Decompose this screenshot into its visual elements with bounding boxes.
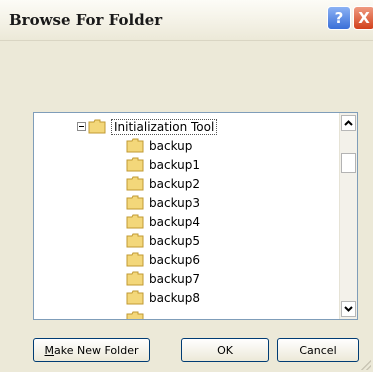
tree-item-label: backup6 bbox=[149, 252, 201, 267]
folder-icon bbox=[126, 195, 144, 210]
tree-item[interactable]: backup2 bbox=[126, 174, 200, 193]
make-new-folder-label: ake New Folder bbox=[54, 343, 139, 357]
tree-item[interactable]: backup4 bbox=[126, 212, 200, 231]
tree-item-label: backup4 bbox=[149, 214, 201, 229]
cancel-label: Cancel bbox=[299, 343, 337, 357]
folder-icon bbox=[126, 252, 144, 267]
tree-item[interactable]: backup5 bbox=[126, 231, 200, 250]
folder-icon bbox=[126, 311, 144, 319]
ok-button[interactable]: OK bbox=[181, 338, 269, 362]
tree-item[interactable]: backup bbox=[126, 136, 192, 155]
tree-item-label: backup8 bbox=[149, 290, 201, 305]
scroll-up-button[interactable] bbox=[341, 115, 356, 131]
tree-item-label: backup2 bbox=[149, 176, 201, 191]
tree-root-label: Initialization Tool bbox=[111, 118, 218, 135]
arrow-down-icon bbox=[344, 306, 353, 312]
window-title: Browse For Folder bbox=[9, 11, 163, 29]
arrow-up-icon bbox=[344, 120, 353, 126]
vertical-scrollbar[interactable] bbox=[339, 113, 357, 319]
folder-icon bbox=[126, 290, 144, 305]
scroll-thumb[interactable] bbox=[341, 153, 356, 173]
folder-icon bbox=[126, 214, 144, 229]
folder-icon bbox=[88, 119, 106, 134]
tree-item[interactable]: backup6 bbox=[126, 250, 200, 269]
tree-item[interactable]: backup1 bbox=[126, 155, 200, 174]
scroll-down-button[interactable] bbox=[341, 301, 356, 317]
mnemonic-letter: M bbox=[44, 343, 55, 357]
folder-icon bbox=[126, 233, 144, 248]
tree-item[interactable]: backup3 bbox=[126, 193, 200, 212]
resize-grip-icon[interactable] bbox=[361, 360, 371, 370]
tree-item[interactable]: backup7 bbox=[126, 269, 200, 288]
tree-item-partial bbox=[126, 309, 149, 319]
tree-item-label: backup3 bbox=[149, 195, 201, 210]
tree-item[interactable]: backup8 bbox=[126, 288, 200, 307]
title-bar: Browse For Folder ? X bbox=[0, 0, 373, 41]
close-button[interactable]: X bbox=[353, 6, 373, 30]
collapse-minus-icon[interactable] bbox=[77, 122, 86, 131]
tree-item-label: backup5 bbox=[149, 233, 201, 248]
folder-icon bbox=[126, 138, 144, 153]
tree-root-item[interactable]: Initialization Tool bbox=[77, 117, 218, 136]
ok-label: OK bbox=[217, 343, 233, 357]
tree-item-label: backup bbox=[149, 138, 193, 153]
make-new-folder-button[interactable]: Make New Folder bbox=[33, 338, 150, 362]
folder-tree[interactable]: Initialization Tool backup backup1 backu… bbox=[33, 112, 358, 320]
help-button[interactable]: ? bbox=[327, 6, 351, 30]
folder-icon bbox=[126, 271, 144, 286]
cancel-button[interactable]: Cancel bbox=[277, 338, 359, 362]
close-icon: X bbox=[358, 9, 370, 27]
tree-item-label: backup1 bbox=[149, 157, 201, 172]
folder-icon bbox=[126, 157, 144, 172]
tree-item-label: backup7 bbox=[149, 271, 201, 286]
folder-icon bbox=[126, 176, 144, 191]
help-icon: ? bbox=[334, 9, 344, 27]
